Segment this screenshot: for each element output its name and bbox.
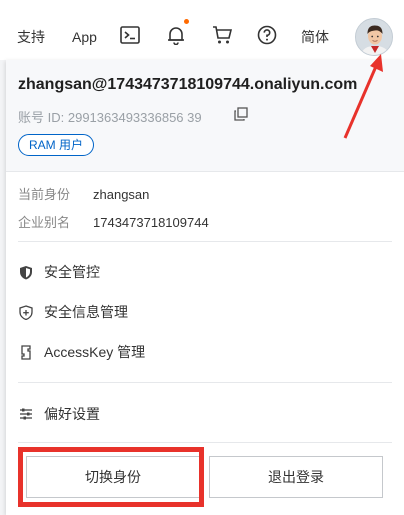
enterprise-alias-label: 企业别名 (18, 215, 71, 230)
support-link[interactable]: 支持 (17, 27, 45, 47)
bell-icon[interactable] (164, 23, 188, 47)
menu-item-label: 偏好设置 (44, 406, 100, 422)
menu-item-label: 安全信息管理 (44, 304, 128, 320)
divider (18, 241, 392, 242)
language-switch[interactable]: 简体 (301, 27, 329, 47)
sliders-icon (18, 406, 34, 422)
terminal-icon[interactable] (118, 23, 142, 47)
cart-icon[interactable] (210, 23, 234, 47)
notification-dot (184, 19, 189, 24)
menu-item-accesskey[interactable]: AccessKey 管理 (18, 338, 392, 366)
menu-item-label: AccessKey 管理 (44, 344, 146, 360)
key-icon (18, 344, 34, 360)
menu-item-preferences[interactable]: 偏好设置 (18, 400, 392, 428)
shield-plus-icon (18, 304, 34, 320)
shield-icon (18, 264, 34, 280)
menu-item-security-control[interactable]: 安全管控 (18, 258, 392, 286)
divider (18, 382, 392, 383)
current-identity-row: 当前身份 zhangsan (18, 184, 149, 203)
enterprise-alias-row: 企业别名 1743473718109744 (18, 212, 209, 231)
ram-user-badge: RAM 用户 (18, 134, 95, 156)
current-identity-label: 当前身份 (18, 187, 71, 202)
copy-icon[interactable] (234, 107, 250, 123)
logout-button[interactable]: 退出登录 (209, 456, 383, 498)
app-link[interactable]: App (72, 27, 97, 47)
annotation-arrow (343, 54, 383, 139)
annotation-highlight-box (18, 447, 204, 507)
divider (18, 442, 392, 443)
account-email: zhangsan@1743473718109744.onaliyun.com (18, 76, 358, 93)
account-id-label: 账号 ID: (18, 110, 65, 125)
account-id: 账号 ID: 2991363493336856 39 (18, 107, 202, 126)
account-id-value: 2991363493336856 39 (67, 110, 202, 125)
menu-item-security-info[interactable]: 安全信息管理 (18, 298, 392, 326)
current-identity-value: zhangsan (93, 187, 150, 202)
enterprise-alias-value: 1743473718109744 (93, 215, 209, 230)
menu-item-label: 安全管控 (44, 264, 100, 280)
help-icon[interactable] (255, 23, 279, 47)
